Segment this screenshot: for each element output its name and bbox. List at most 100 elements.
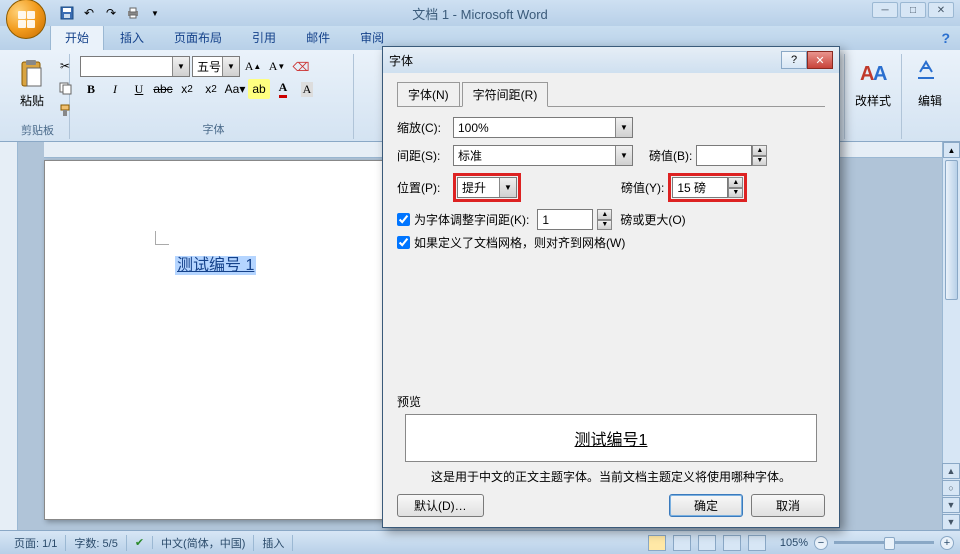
status-bar: 页面: 1/1 字数: 5/5 ✔ 中文(简体，中国) 插入 105% − + xyxy=(0,530,960,554)
tab-font-page[interactable]: 字体(N) xyxy=(397,82,460,107)
clear-formatting-icon[interactable]: ⌫ xyxy=(290,57,312,77)
kerning-checkbox[interactable] xyxy=(397,213,410,226)
preview-hint: 这是用于中文的正文主题字体。当前文档主题定义将使用哪种字体。 xyxy=(397,468,825,485)
cancel-button[interactable]: 取消 xyxy=(751,494,825,517)
position-highlight: 提升▼ xyxy=(453,173,521,202)
spacing-label: 间距(S): xyxy=(397,147,453,164)
subscript-button[interactable]: x2 xyxy=(176,79,198,99)
preview-box: 测试编号1 xyxy=(405,414,817,462)
scale-label: 缩放(C): xyxy=(397,119,453,136)
kerning-spinner[interactable]: ▲▼ xyxy=(537,209,612,230)
bold-button[interactable]: B xyxy=(80,79,102,99)
zoom-level[interactable]: 105% xyxy=(780,537,808,549)
title-bar: ↶ ↷ ▼ 文档 1 - Microsoft Word ─ □ ✕ xyxy=(0,0,960,26)
tab-char-spacing[interactable]: 字符间距(R) xyxy=(462,82,549,107)
view-web[interactable] xyxy=(698,535,716,551)
vertical-ruler[interactable] xyxy=(0,142,18,530)
spacing-by-label: 磅值(B): xyxy=(649,147,692,164)
undo-icon[interactable]: ↶ xyxy=(80,4,98,22)
change-styles-button[interactable]: AA 改样式 xyxy=(851,56,895,111)
view-print-layout[interactable] xyxy=(648,535,666,551)
snap-grid-label: 如果定义了文档网格，则对齐到网格(W) xyxy=(414,234,625,251)
window-title: 文档 1 - Microsoft Word xyxy=(412,4,548,23)
close-button[interactable]: ✕ xyxy=(928,2,954,18)
status-proof-icon[interactable]: ✔ xyxy=(127,536,153,549)
shrink-font-icon[interactable]: A▼ xyxy=(266,57,288,77)
scroll-down-icon[interactable]: ▼ xyxy=(942,514,960,530)
browse-buttons[interactable]: ▲ ○ ▼ ▼ xyxy=(942,462,960,530)
font-size-combo[interactable]: 五号▼ xyxy=(192,56,240,77)
change-case-button[interactable]: Aa▾ xyxy=(224,79,246,99)
dialog-title: 字体 xyxy=(389,52,413,69)
spacing-by-spinner[interactable]: ▲▼ xyxy=(696,145,767,166)
status-language[interactable]: 中文(简体，中国) xyxy=(153,535,254,551)
kerning-suffix-label: 磅或更大(O) xyxy=(620,211,685,228)
zoom-in-icon[interactable]: + xyxy=(940,536,954,550)
italic-button[interactable]: I xyxy=(104,79,126,99)
dialog-help-button[interactable]: ? xyxy=(781,51,807,69)
scale-combo[interactable]: 100%▼ xyxy=(453,117,633,138)
svg-text:A: A xyxy=(873,63,887,85)
browse-object-icon[interactable]: ○ xyxy=(942,480,960,496)
underline-button[interactable]: U xyxy=(128,79,150,99)
minimize-button[interactable]: ─ xyxy=(872,2,898,18)
copy-icon[interactable] xyxy=(54,78,76,98)
group-clipboard: 粘贴 ✂ 剪贴板 xyxy=(6,54,70,139)
font-family-combo[interactable]: ▼ xyxy=(80,56,190,77)
position-combo[interactable]: 提升▼ xyxy=(457,177,517,198)
maximize-button[interactable]: □ xyxy=(900,2,926,18)
selected-text[interactable]: 测试编号 1 xyxy=(175,256,256,275)
office-button[interactable] xyxy=(6,0,46,39)
view-full-screen[interactable] xyxy=(673,535,691,551)
save-icon[interactable] xyxy=(58,4,76,22)
paste-button[interactable]: 粘贴 xyxy=(12,56,52,120)
preview-label: 预览 xyxy=(397,393,825,410)
strikethrough-button[interactable]: abc xyxy=(152,79,174,99)
prev-page-icon[interactable]: ▲ xyxy=(942,463,960,479)
zoom-out-icon[interactable]: − xyxy=(814,536,828,550)
view-outline[interactable] xyxy=(723,535,741,551)
position-by-highlight: ▲▼ xyxy=(668,173,747,202)
dialog-titlebar[interactable]: 字体 ? ✕ xyxy=(383,47,839,73)
font-color-button[interactable]: A xyxy=(272,79,294,99)
quick-access-toolbar: ↶ ↷ ▼ xyxy=(58,0,164,26)
tab-layout[interactable]: 页面布局 xyxy=(160,25,236,50)
tab-insert[interactable]: 插入 xyxy=(106,25,158,50)
default-button[interactable]: 默认(D)… xyxy=(397,494,484,517)
dialog-close-button[interactable]: ✕ xyxy=(807,51,833,69)
view-draft[interactable] xyxy=(748,535,766,551)
zoom-slider[interactable] xyxy=(834,541,934,544)
spacing-combo[interactable]: 标准▼ xyxy=(453,145,633,166)
print-icon[interactable] xyxy=(124,4,142,22)
group-font: ▼ 五号▼ A▲ A▼ ⌫ B I U abc x2 x2 Aa▾ ab A A… xyxy=(74,54,354,139)
dialog-tabs: 字体(N) 字符间距(R) xyxy=(397,81,825,107)
snap-grid-checkbox[interactable] xyxy=(397,236,410,249)
margin-marker xyxy=(155,231,169,245)
tab-home[interactable]: 开始 xyxy=(50,24,104,50)
position-by-spinner[interactable]: ▲▼ xyxy=(672,177,743,198)
help-icon[interactable]: ? xyxy=(941,30,950,46)
position-by-label: 磅值(Y): xyxy=(621,179,664,196)
kerning-label: 为字体调整字间距(K): xyxy=(414,211,529,228)
font-dialog: 字体 ? ✕ 字体(N) 字符间距(R) 缩放(C): 100%▼ 间距(S):… xyxy=(382,46,840,528)
format-painter-icon[interactable] xyxy=(54,100,76,120)
highlight-button[interactable]: ab xyxy=(248,79,270,99)
status-mode[interactable]: 插入 xyxy=(254,535,293,551)
tab-references[interactable]: 引用 xyxy=(238,25,290,50)
preview-text: 测试编号1 xyxy=(575,426,648,450)
editing-button[interactable]: 编辑 xyxy=(912,56,948,111)
position-label: 位置(P): xyxy=(397,179,453,196)
next-page-icon[interactable]: ▼ xyxy=(942,497,960,513)
superscript-button[interactable]: x2 xyxy=(200,79,222,99)
cut-icon[interactable]: ✂ xyxy=(54,56,76,76)
tab-mailings[interactable]: 邮件 xyxy=(292,25,344,50)
grow-font-icon[interactable]: A▲ xyxy=(242,57,264,77)
qat-dropdown-icon[interactable]: ▼ xyxy=(146,4,164,22)
group-styles: AA 改样式 xyxy=(844,54,902,139)
status-words[interactable]: 字数: 5/5 xyxy=(66,535,126,551)
status-page[interactable]: 页面: 1/1 xyxy=(6,535,66,551)
char-shading-button[interactable]: A xyxy=(296,79,318,99)
group-editing: 编辑 xyxy=(906,54,954,139)
redo-icon[interactable]: ↷ xyxy=(102,4,120,22)
ok-button[interactable]: 确定 xyxy=(669,494,743,517)
